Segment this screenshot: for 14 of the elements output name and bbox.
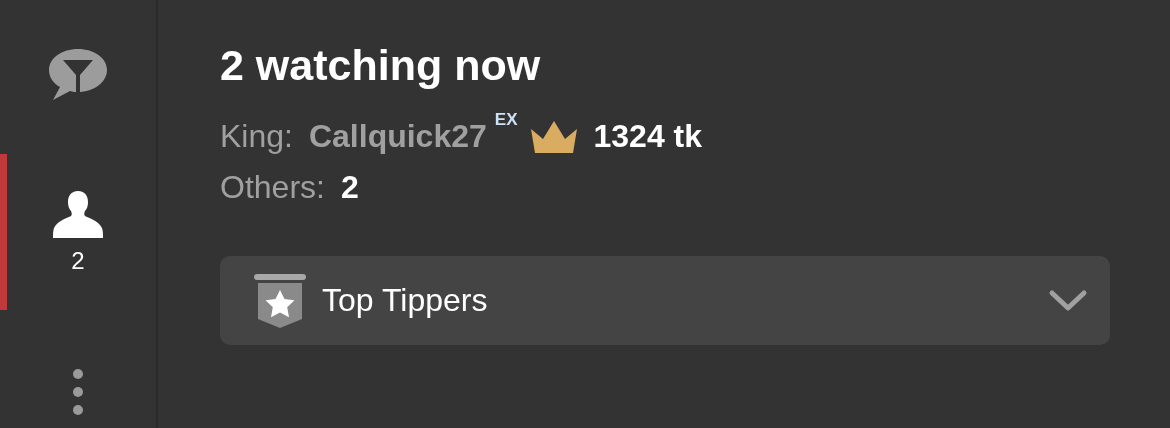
others-label: Others:: [220, 169, 325, 206]
sidebar-tab[interactable]: 2: [0, 154, 156, 310]
viewer-count: 2: [71, 247, 85, 275]
person-icon: [52, 189, 104, 241]
king-username: Callquick27: [308, 118, 487, 155]
king-label: King:: [220, 118, 293, 155]
chat-filter-icon: [48, 47, 108, 103]
ex-label: EX: [494, 110, 518, 130]
others-count: 2: [340, 169, 359, 206]
token-amount: 1324 tk: [593, 118, 702, 155]
star-shield-icon: [252, 273, 308, 328]
more-icon: [72, 368, 84, 416]
viewers-heading: 2 watching now: [220, 40, 542, 91]
top-tippers-dropdown[interactable]: Top Tippers: [220, 256, 1110, 345]
